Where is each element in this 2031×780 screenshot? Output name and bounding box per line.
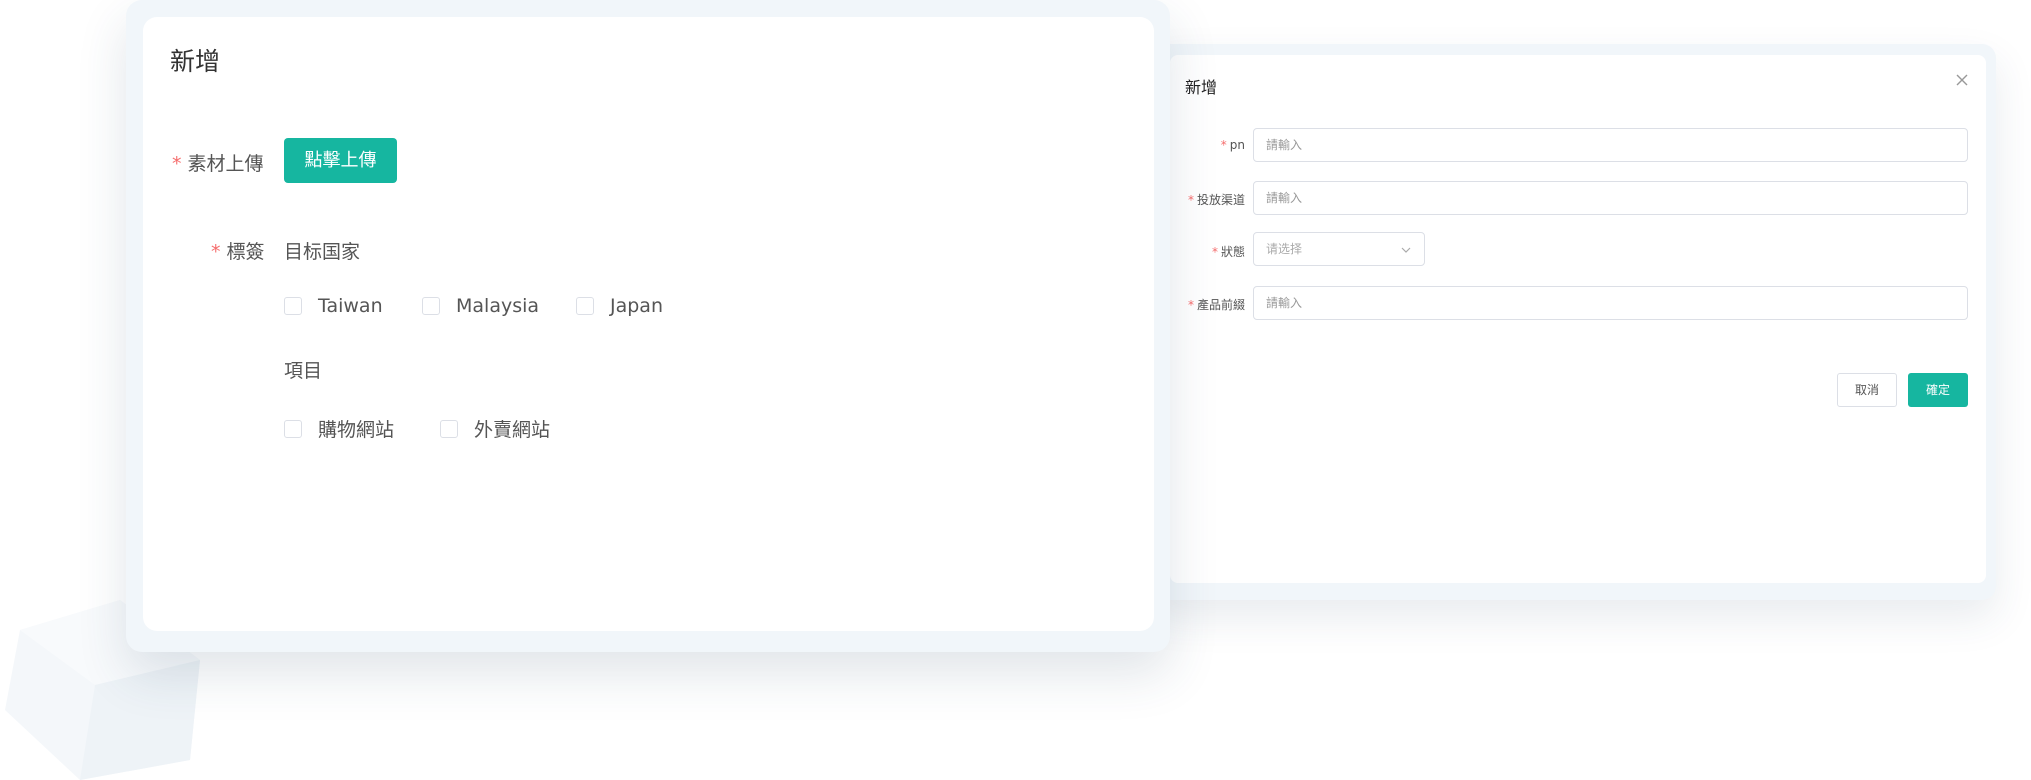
- checkbox-label: Taiwan: [318, 295, 383, 317]
- checkbox-japan[interactable]: Japan: [576, 295, 663, 317]
- cancel-button[interactable]: 取消: [1837, 373, 1897, 407]
- checkbox-taiwan[interactable]: Taiwan: [284, 295, 383, 317]
- status-select[interactable]: 请选择: [1253, 232, 1425, 266]
- field-label-prefix: * 產品前綴: [1187, 298, 1245, 312]
- checkbox-label: Japan: [610, 295, 663, 317]
- checkbox-box[interactable]: [440, 419, 458, 438]
- chevron-down-icon: [1401, 247, 1411, 253]
- channel-input[interactable]: 請輸入: [1253, 181, 1968, 215]
- upload-button[interactable]: 點擊上傳: [284, 138, 397, 183]
- checkbox-label: Malaysia: [456, 295, 540, 317]
- prefix-input[interactable]: 請輸入: [1253, 286, 1968, 320]
- close-icon[interactable]: [1952, 70, 1972, 90]
- checkbox-label: 外賣網站: [474, 419, 551, 441]
- group-title-project: 項目: [284, 360, 323, 382]
- back-dialog-title: 新增: [1185, 78, 1218, 97]
- checkbox-malaysia[interactable]: Malaysia: [422, 295, 539, 317]
- front-dialog-title: 新增: [170, 47, 221, 76]
- checkbox-label: 購物網站: [318, 419, 395, 441]
- upload-label: * 素材上傳: [172, 153, 264, 175]
- field-label-channel: * 投放渠道: [1187, 193, 1245, 207]
- checkbox-box[interactable]: [284, 297, 302, 315]
- pn-input[interactable]: 請輸入: [1253, 128, 1968, 162]
- field-label-status: * 狀態: [1211, 245, 1245, 259]
- tags-label: * 標簽: [211, 241, 265, 263]
- checkbox-delivery-site[interactable]: 外賣網站: [440, 415, 550, 442]
- checkbox-box[interactable]: [576, 297, 594, 315]
- status-select-placeholder: 请选择: [1266, 242, 1303, 256]
- checkbox-shopping-site[interactable]: 購物網站: [284, 415, 394, 442]
- checkbox-box[interactable]: [422, 297, 440, 315]
- front-dialog: [143, 17, 1154, 631]
- confirm-button[interactable]: 確定: [1908, 373, 1968, 407]
- field-label-pn: * pn: [1220, 138, 1245, 152]
- checkbox-box[interactable]: [284, 419, 302, 438]
- group-title-country: 目标国家: [284, 241, 361, 263]
